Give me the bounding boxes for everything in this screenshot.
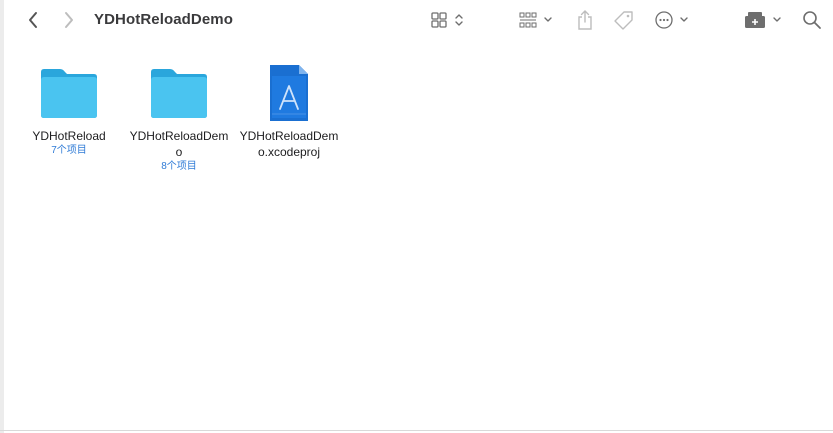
file-item[interactable]: YDHotReloadDemo.xcodeproj [234, 64, 344, 160]
file-item[interactable]: YDHotReloadDemo 8个项目 [124, 64, 234, 174]
folder-icon [41, 69, 97, 118]
file-name: YDHotReload [32, 129, 106, 143]
xcodeproj-icon [270, 65, 308, 121]
folder-icon [151, 69, 207, 118]
item-count: 7个项目 [51, 145, 87, 156]
item-count: 8个项目 [161, 161, 197, 172]
status-bar-divider [0, 430, 833, 431]
file-item[interactable]: YDHotReload 7个项目 [14, 64, 124, 158]
file-grid: YDHotReload 7个项目 YDHotReloadDemo 8个项目 YD… [0, 0, 833, 433]
file-name: YDHotReloadDemo [129, 129, 229, 159]
file-name: YDHotReloadDemo.xcodeproj [239, 129, 339, 159]
